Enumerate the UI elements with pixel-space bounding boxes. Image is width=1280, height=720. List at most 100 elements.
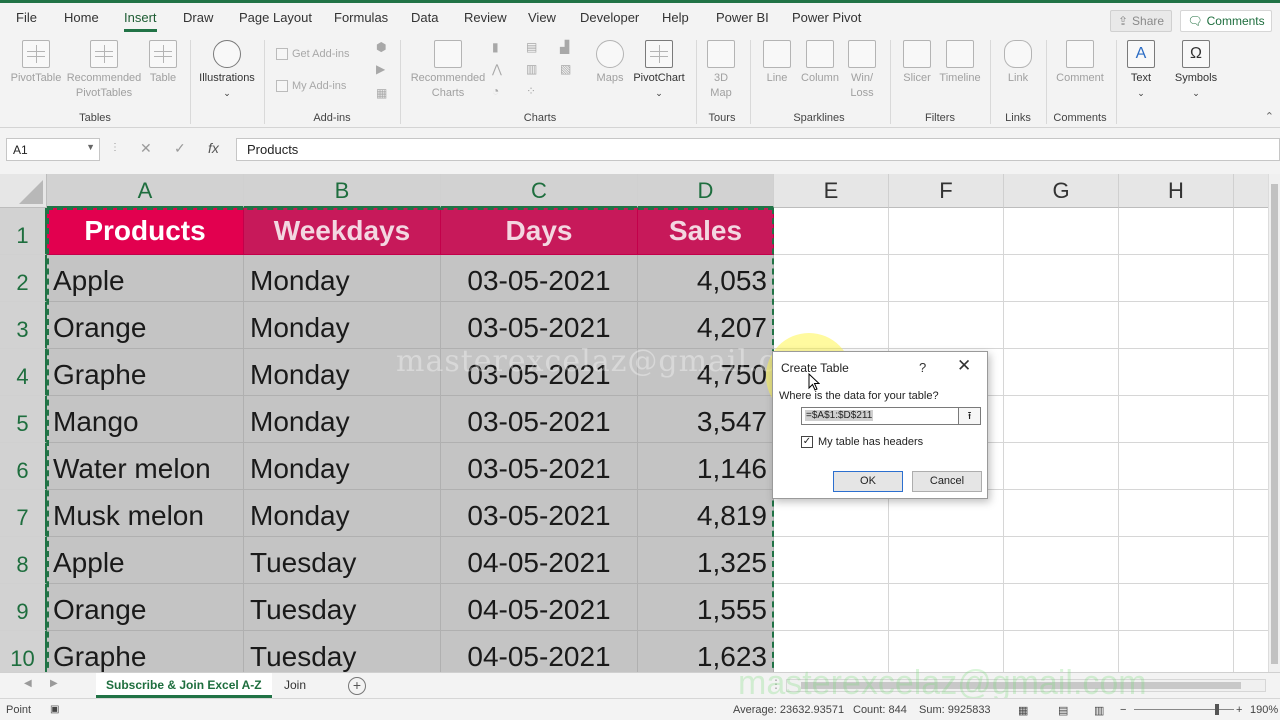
cell-sales[interactable]: 4,053: [638, 255, 774, 302]
sparkline-line-button[interactable]: Line: [758, 40, 796, 86]
insert-function-icon[interactable]: fx: [208, 140, 219, 156]
cell-product[interactable]: Graphe: [47, 349, 244, 396]
cell-weekday[interactable]: Monday: [244, 302, 441, 349]
headers-checkbox[interactable]: ✓: [801, 436, 813, 448]
col-header-c[interactable]: C: [441, 174, 638, 208]
help-button[interactable]: ?: [919, 360, 926, 375]
cell-weekday[interactable]: Monday: [244, 490, 441, 537]
tab-help[interactable]: Help: [662, 10, 689, 25]
select-all-button[interactable]: [0, 174, 47, 208]
cell-date[interactable]: 03-05-2021: [441, 443, 638, 490]
col-header-h[interactable]: H: [1119, 174, 1234, 208]
header-cell-days[interactable]: Days: [441, 208, 638, 255]
col-header-f[interactable]: F: [889, 174, 1004, 208]
line-chart-icon[interactable]: ⋀: [492, 62, 506, 76]
comment-button[interactable]: Comment: [1052, 40, 1108, 86]
cell-sales[interactable]: 3,547: [638, 396, 774, 443]
video-icon[interactable]: ▶: [376, 62, 390, 76]
row-header-8[interactable]: 8: [0, 537, 47, 584]
zoom-level[interactable]: 190%: [1250, 704, 1278, 716]
row-header-9[interactable]: 9: [0, 584, 47, 631]
ok-button[interactable]: OK: [833, 471, 903, 492]
cell-product[interactable]: Orange: [47, 302, 244, 349]
people-graph-icon[interactable]: ▦: [376, 86, 390, 100]
cell-date[interactable]: 04-05-2021: [441, 537, 638, 584]
col-header-b[interactable]: B: [244, 174, 441, 208]
pie-chart-icon[interactable]: ◔: [492, 84, 506, 98]
sheet-tab-join[interactable]: Join: [274, 673, 316, 698]
name-box[interactable]: A1 ▼: [6, 138, 100, 161]
next-sheet-icon[interactable]: ▶: [50, 678, 58, 689]
row-header-4[interactable]: 4: [0, 349, 47, 396]
cancel-button[interactable]: Cancel: [912, 471, 982, 492]
cell-date[interactable]: 03-05-2021: [441, 349, 638, 396]
row-header-2[interactable]: 2: [0, 255, 47, 302]
row-header-3[interactable]: 3: [0, 302, 47, 349]
cell-sales[interactable]: 4,819: [638, 490, 774, 537]
cell-sales[interactable]: 4,750: [638, 349, 774, 396]
combo-chart-icon[interactable]: ▧: [560, 62, 574, 76]
collapse-dialog-button[interactable]: ⭱: [959, 407, 981, 425]
illustrations-button[interactable]: Illustrations ⌄: [196, 40, 258, 101]
cell-sales[interactable]: 1,623: [638, 631, 774, 672]
cell-product[interactable]: Water melon: [47, 443, 244, 490]
column-chart-icon[interactable]: ▮: [492, 40, 506, 54]
cell-sales[interactable]: 1,555: [638, 584, 774, 631]
tab-data[interactable]: Data: [411, 10, 438, 25]
zoom-slider-thumb[interactable]: [1215, 704, 1219, 715]
horizontal-scrollbar[interactable]: [786, 679, 1266, 692]
statistic-chart-icon[interactable]: ▥: [526, 62, 540, 76]
cell-date[interactable]: 03-05-2021: [441, 396, 638, 443]
col-header-e[interactable]: E: [774, 174, 889, 208]
sparkline-column-button[interactable]: Column: [798, 40, 842, 86]
row-header-6[interactable]: 6: [0, 443, 47, 490]
symbols-button[interactable]: Ω Symbols ⌄: [1170, 40, 1222, 101]
vertical-scrollbar[interactable]: [1268, 174, 1280, 672]
scroll-thumb[interactable]: [1271, 184, 1278, 664]
recommended-pivottables-button[interactable]: Recommended PivotTables: [66, 40, 142, 101]
cell-weekday[interactable]: Monday: [244, 443, 441, 490]
pivotchart-button[interactable]: PivotChart ⌄: [630, 40, 688, 101]
cell-product[interactable]: Musk melon: [47, 490, 244, 537]
tab-review[interactable]: Review: [464, 10, 507, 25]
cell-product[interactable]: Mango: [47, 396, 244, 443]
slicer-button[interactable]: Slicer: [896, 40, 938, 86]
tab-power-pivot[interactable]: Power Pivot: [792, 10, 861, 25]
cell-sales[interactable]: 1,146: [638, 443, 774, 490]
comments-button[interactable]: 🗨 Comments: [1180, 10, 1272, 32]
col-header-d[interactable]: D: [638, 174, 774, 208]
share-button[interactable]: ⇪ Share: [1110, 10, 1172, 32]
timeline-button[interactable]: Timeline: [936, 40, 984, 86]
text-button[interactable]: A Text ⌄: [1122, 40, 1160, 101]
cell-weekday[interactable]: Monday: [244, 349, 441, 396]
row-header-10[interactable]: 10: [0, 631, 47, 672]
tab-formulas[interactable]: Formulas: [334, 10, 388, 25]
hierarchy-chart-icon[interactable]: ▤: [526, 40, 540, 54]
more-icon[interactable]: ⋮: [770, 677, 782, 691]
cell-weekday[interactable]: Tuesday: [244, 537, 441, 584]
scatter-chart-icon[interactable]: ⁘: [526, 84, 540, 98]
zoom-out-icon[interactable]: −: [1120, 704, 1126, 716]
cancel-icon[interactable]: ✕: [140, 140, 152, 157]
close-icon[interactable]: ✕: [957, 356, 971, 376]
row-header-1[interactable]: 1: [0, 208, 47, 255]
range-input[interactable]: =$A$1:$D$211: [801, 407, 959, 425]
cell-date[interactable]: 03-05-2021: [441, 302, 638, 349]
cell-date[interactable]: 03-05-2021: [441, 490, 638, 537]
add-sheet-button[interactable]: +: [348, 677, 366, 695]
cell-weekday[interactable]: Tuesday: [244, 584, 441, 631]
cell-sales[interactable]: 1,325: [638, 537, 774, 584]
headers-checkbox-label[interactable]: My table has headers: [818, 436, 923, 448]
page-layout-view-icon[interactable]: ▤: [1058, 704, 1068, 717]
worksheet-grid[interactable]: A B C D E F G H 1 2 3 4 5 6 7 8 9 10 Pro…: [0, 174, 1268, 672]
3d-map-button[interactable]: 3D Map: [702, 40, 740, 101]
cell-product[interactable]: Apple: [47, 255, 244, 302]
prev-sheet-icon[interactable]: ◀: [24, 678, 32, 689]
cell-product[interactable]: Graphe: [47, 631, 244, 672]
cell-sales[interactable]: 4,207: [638, 302, 774, 349]
collapse-ribbon-icon[interactable]: ⌃: [1265, 110, 1274, 123]
pivottable-button[interactable]: PivotTable: [8, 40, 64, 86]
table-button[interactable]: Table: [146, 40, 180, 86]
my-addins-button[interactable]: My Add-ins: [276, 80, 346, 92]
col-header-a[interactable]: A: [47, 174, 244, 208]
